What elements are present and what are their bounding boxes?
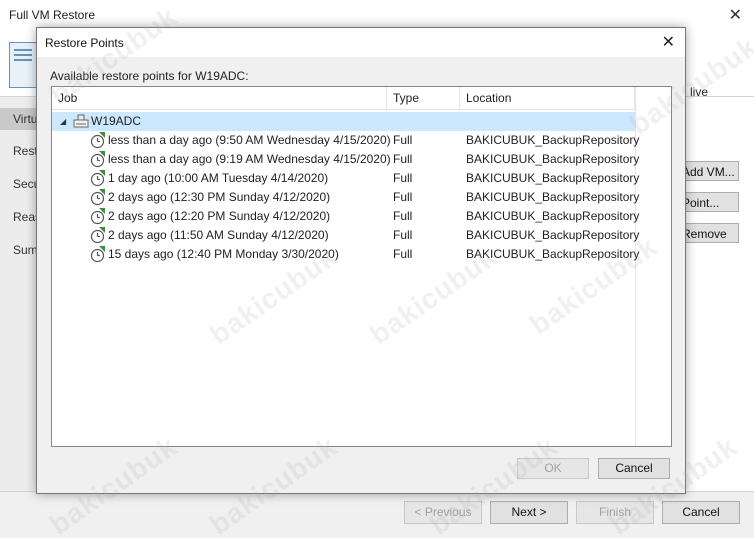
wizard-document-icon — [9, 42, 39, 88]
restore-point-icon — [90, 151, 105, 168]
restore-point-row[interactable]: 15 days ago (12:40 PM Monday 3/30/2020) F… — [52, 245, 639, 264]
restore-point-job: 15 days ago (12:40 PM Monday 3/30/2020) — [108, 247, 339, 261]
column-location[interactable]: Location — [460, 87, 635, 109]
restore-point-row[interactable]: less than a day ago (9:19 AM Wednesday 4… — [52, 150, 639, 169]
restore-point-location: BAKICUBUK_BackupRepository — [466, 209, 640, 223]
vm-server-icon — [73, 114, 89, 128]
wizard-steps: Virtual Machines Restore Mode Secure Res… — [0, 96, 40, 492]
restore-point-location: BAKICUBUK_BackupRepository — [466, 190, 640, 204]
restore-point-row[interactable]: less than a day ago (9:50 AM Wednesday 4… — [52, 131, 639, 150]
restore-point-job: 2 days ago (11:50 AM Sunday 4/12/2020) — [108, 228, 329, 242]
restore-point-location: BAKICUBUK_BackupRepository — [466, 152, 640, 166]
restore-point-icon — [90, 170, 105, 187]
restore-point-location: BAKICUBUK_BackupRepository — [466, 171, 640, 185]
restore-point-row[interactable]: 1 day ago (10:00 AM Tuesday 4/14/2020) Fu… — [52, 169, 639, 188]
restore-point-job: 2 days ago (12:20 PM Sunday 4/12/2020) — [108, 209, 331, 223]
restore-point-icon — [90, 246, 105, 263]
dialog-cancel-button[interactable]: Cancel — [598, 458, 670, 479]
restore-point-location: BAKICUBUK_BackupRepository — [466, 247, 640, 261]
grid-header: Job Type Location — [52, 87, 637, 110]
ok-button[interactable]: OK — [517, 458, 589, 479]
dialog-title-bar: Restore Points ✕ — [37, 28, 685, 57]
restore-point-icon — [90, 227, 105, 244]
restore-point-row[interactable]: 2 days ago (12:20 PM Sunday 4/12/2020) Fu… — [52, 207, 639, 226]
restore-point-type: Full — [393, 171, 413, 185]
dialog-close-icon[interactable]: ✕ — [662, 32, 675, 52]
restore-point-icon — [90, 189, 105, 206]
restore-point-row[interactable]: 2 days ago (11:50 AM Sunday 4/12/2020) Fu… — [52, 226, 639, 245]
dialog-title: Restore Points — [45, 36, 124, 50]
restore-points-grid[interactable]: Job Type Location ◢ W19ADC less than a d… — [51, 86, 672, 447]
restore-point-type: Full — [393, 133, 413, 147]
restore-point-job: 1 day ago (10:00 AM Tuesday 4/14/2020) — [108, 171, 329, 185]
restore-point-location: BAKICUBUK_BackupRepository — [466, 133, 640, 147]
next-button[interactable]: Next > — [490, 501, 568, 524]
restore-points-label: Available restore points for W19ADC: — [50, 69, 249, 83]
restore-point-job: 2 days ago (12:30 PM Sunday 4/12/2020) — [108, 190, 331, 204]
restore-point-type: Full — [393, 247, 413, 261]
restore-point-row[interactable]: 2 days ago (12:30 PM Sunday 4/12/2020) Fu… — [52, 188, 639, 207]
column-job[interactable]: Job — [52, 87, 387, 109]
finish-button[interactable]: Finish — [576, 501, 654, 524]
expander-icon[interactable]: ◢ — [60, 112, 66, 131]
restore-point-type: Full — [393, 190, 413, 204]
restore-point-type: Full — [393, 228, 413, 242]
restore-point-location: BAKICUBUK_BackupRepository — [466, 228, 640, 242]
step-virtual-machines[interactable]: Virtual Machines — [0, 108, 40, 130]
restore-point-job: less than a day ago (9:19 AM Wednesday 4… — [108, 152, 391, 166]
wizard-close-icon[interactable]: ✕ — [729, 5, 742, 25]
restore-point-icon — [90, 208, 105, 225]
wizard-cancel-button[interactable]: Cancel — [662, 501, 740, 524]
previous-button[interactable]: < Previous — [404, 501, 482, 524]
restore-point-type: Full — [393, 152, 413, 166]
wizard-title: Full VM Restore — [9, 8, 96, 22]
column-type[interactable]: Type — [387, 87, 460, 109]
restore-point-type: Full — [393, 209, 413, 223]
restore-point-icon — [90, 132, 105, 149]
group-name: W19ADC — [91, 114, 142, 128]
restore-points-dialog: Restore Points ✕ Available restore point… — [36, 27, 686, 494]
restore-point-job: less than a day ago (9:50 AM Wednesday 4… — [108, 133, 391, 147]
group-row-w19adc[interactable]: ◢ W19ADC — [52, 112, 635, 131]
